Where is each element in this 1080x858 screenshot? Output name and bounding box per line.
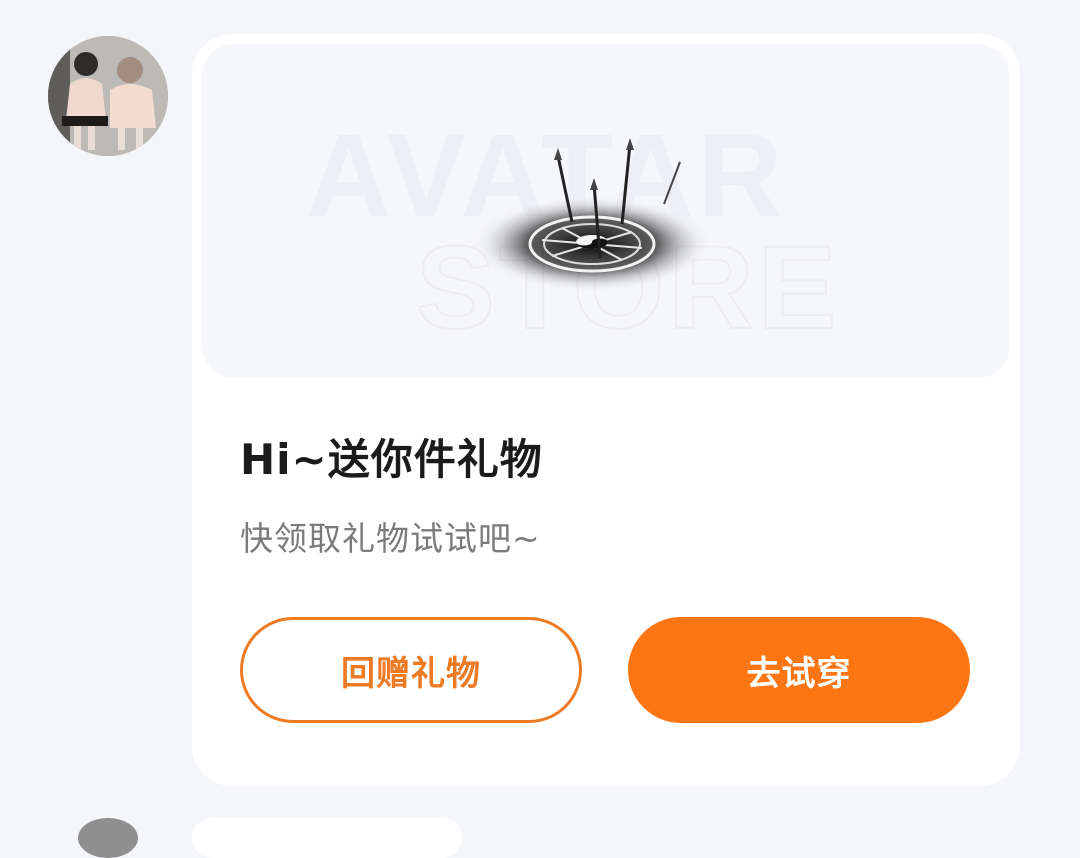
- next-message-card[interactable]: [192, 818, 462, 858]
- sender-avatar[interactable]: [48, 36, 168, 156]
- gift-banner[interactable]: AVATAR STORE: [202, 44, 1010, 378]
- user-photo-avatar-icon: [48, 36, 168, 156]
- card-subtitle: 快领取礼物试试吧~: [240, 519, 541, 558]
- try-on-button[interactable]: 去试穿: [628, 617, 970, 723]
- next-message-avatar[interactable]: [78, 818, 138, 858]
- card-title: Hi~送你件礼物: [240, 435, 543, 484]
- return-gift-button[interactable]: 回赠礼物: [240, 617, 582, 723]
- gift-message-card[interactable]: AVATAR STORE Hi~送你件礼物 快领取礼物试试吧~ 回赠礼物 去试穿: [192, 34, 1020, 786]
